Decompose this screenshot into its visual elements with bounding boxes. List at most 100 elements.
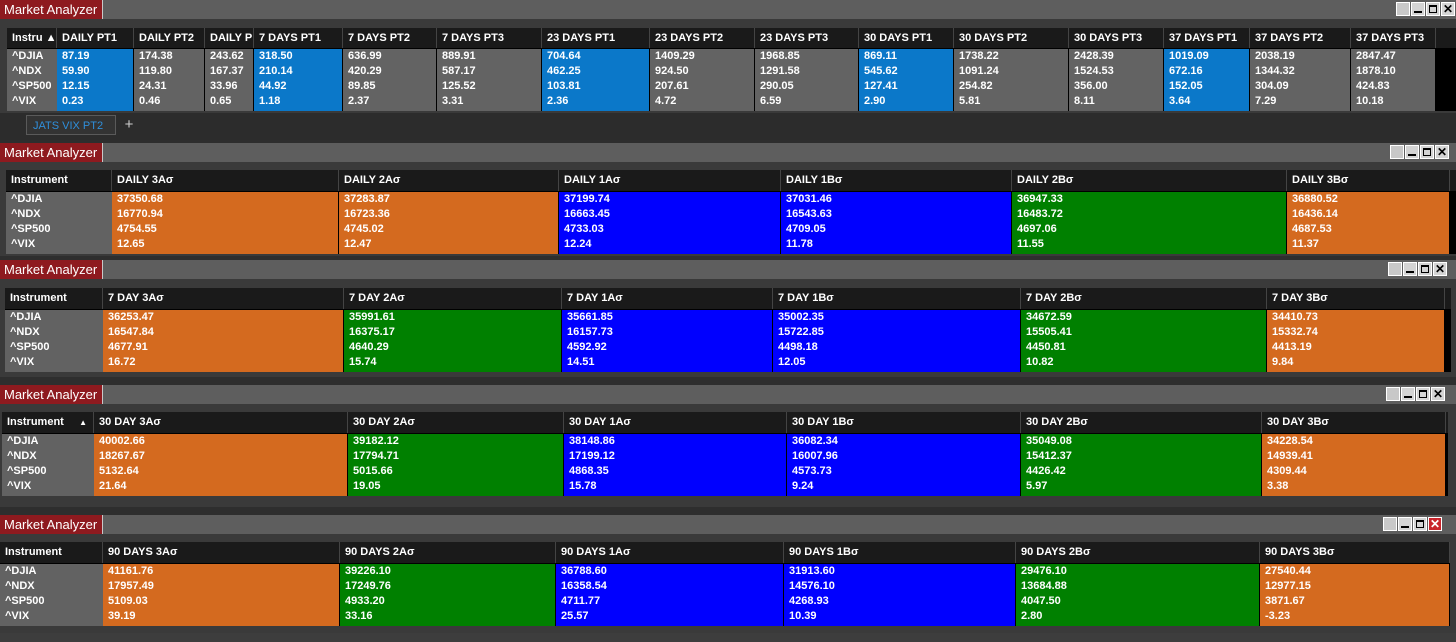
value-cell[interactable]: 356.00 [1069, 79, 1163, 94]
value-cell[interactable]: 44.92 [254, 79, 342, 94]
close-icon[interactable]: ✕ [1441, 2, 1455, 16]
value-cell[interactable]: 12977.15 [1260, 579, 1449, 594]
value-cell[interactable]: 12.05 [773, 355, 1020, 370]
value-cell[interactable]: 8.11 [1069, 94, 1163, 109]
minimize-icon[interactable] [1398, 517, 1412, 531]
window-titlebar[interactable]: Market Analyzer ✕ [0, 385, 1456, 404]
value-cell[interactable]: 16723.36 [339, 207, 558, 222]
column-header[interactable]: 30 DAY 1Bσ [787, 412, 1021, 433]
instrument-name[interactable]: ^VIX [0, 609, 103, 624]
value-cell[interactable]: 11.78 [781, 237, 1011, 252]
value-cell[interactable]: 17249.76 [340, 579, 555, 594]
column-header[interactable]: 30 DAYS PT3 [1069, 28, 1164, 48]
value-cell[interactable]: 16375.17 [344, 325, 561, 340]
value-cell[interactable]: 4868.35 [564, 464, 786, 479]
value-cell[interactable]: 31913.60 [784, 564, 1015, 579]
value-cell[interactable]: 37199.74 [559, 192, 780, 207]
value-cell[interactable]: 0.23 [57, 94, 133, 109]
column-header[interactable]: 90 DAYS 3Bσ [1260, 542, 1450, 563]
value-cell[interactable]: 34672.59 [1021, 310, 1266, 325]
value-cell[interactable]: 27540.44 [1260, 564, 1449, 579]
instrument-column-header[interactable]: Instrument [5, 288, 103, 309]
column-header[interactable]: DAILY P [205, 28, 254, 48]
value-cell[interactable]: 16770.94 [112, 207, 338, 222]
value-cell[interactable]: 420.29 [343, 64, 436, 79]
value-cell[interactable]: 4592.92 [562, 340, 772, 355]
value-cell[interactable]: 1019.09 [1164, 49, 1249, 64]
minimize-icon[interactable] [1403, 262, 1417, 276]
column-header[interactable]: 30 DAY 1Aσ [564, 412, 787, 433]
value-cell[interactable]: 4733.03 [559, 222, 780, 237]
column-header[interactable]: 7 DAY 1Bσ [773, 288, 1021, 309]
value-cell[interactable]: 39182.12 [348, 434, 563, 449]
value-cell[interactable]: 3871.67 [1260, 594, 1449, 609]
value-cell[interactable]: 7.29 [1250, 94, 1350, 109]
instrument-name[interactable]: ^DJIA [6, 192, 112, 207]
column-header[interactable]: DAILY 2Bσ [1012, 170, 1287, 191]
value-cell[interactable]: 4426.42 [1021, 464, 1261, 479]
instrument-column-header[interactable]: Instru ▲ [7, 28, 57, 48]
column-header[interactable]: 30 DAYS PT2 [954, 28, 1069, 48]
close-icon[interactable]: ✕ [1428, 517, 1442, 531]
value-cell[interactable]: 1291.58 [755, 64, 858, 79]
value-cell[interactable]: 1091.24 [954, 64, 1068, 79]
instrument-name[interactable]: ^NDX [0, 579, 103, 594]
value-cell[interactable]: 16483.72 [1012, 207, 1286, 222]
value-cell[interactable]: 15.78 [564, 479, 786, 494]
value-cell[interactable]: 290.05 [755, 79, 858, 94]
column-header[interactable]: 37 DAYS PT1 [1164, 28, 1250, 48]
value-cell[interactable]: 17199.12 [564, 449, 786, 464]
instrument-name[interactable]: ^NDX [6, 207, 112, 222]
value-cell[interactable]: 16663.45 [559, 207, 780, 222]
value-cell[interactable]: 210.14 [254, 64, 342, 79]
column-header[interactable]: 90 DAYS 1Bσ [784, 542, 1016, 563]
value-cell[interactable]: 89.85 [343, 79, 436, 94]
value-cell[interactable]: 1878.10 [1351, 64, 1435, 79]
close-icon[interactable]: ✕ [1433, 262, 1447, 276]
value-cell[interactable]: 33.16 [340, 609, 555, 624]
instrument-name[interactable]: ^DJIA [7, 49, 57, 64]
value-cell[interactable]: 25.57 [556, 609, 783, 624]
instrument-name[interactable]: ^NDX [7, 64, 57, 79]
value-cell[interactable]: 4640.29 [344, 340, 561, 355]
value-cell[interactable]: 4933.20 [340, 594, 555, 609]
value-cell[interactable]: 12.65 [112, 237, 338, 252]
column-header[interactable]: DAILY 2Aσ [339, 170, 559, 191]
value-cell[interactable]: 35661.85 [562, 310, 772, 325]
value-cell[interactable]: 15505.41 [1021, 325, 1266, 340]
value-cell[interactable]: 1344.32 [1250, 64, 1350, 79]
value-cell[interactable]: 17794.71 [348, 449, 563, 464]
value-cell[interactable]: 636.99 [343, 49, 436, 64]
minimize-icon[interactable] [1401, 387, 1415, 401]
window-titlebar[interactable]: Market Analyzer ✕ [0, 515, 1456, 534]
value-cell[interactable]: 35991.61 [344, 310, 561, 325]
value-cell[interactable]: 587.17 [437, 64, 541, 79]
value-cell[interactable]: 37283.87 [339, 192, 558, 207]
column-header[interactable]: 7 DAY 3Aσ [103, 288, 344, 309]
value-cell[interactable]: 318.50 [254, 49, 342, 64]
column-header[interactable]: 90 DAYS 3Aσ [103, 542, 340, 563]
value-cell[interactable]: 924.50 [650, 64, 754, 79]
value-cell[interactable]: 9.84 [1267, 355, 1444, 370]
column-header[interactable]: DAILY 1Aσ [559, 170, 781, 191]
value-cell[interactable]: 119.80 [134, 64, 204, 79]
value-cell[interactable]: 2428.39 [1069, 49, 1163, 64]
value-cell[interactable]: 11.55 [1012, 237, 1286, 252]
value-cell[interactable]: 38148.86 [564, 434, 786, 449]
value-cell[interactable]: 10.18 [1351, 94, 1435, 109]
value-cell[interactable]: 11.37 [1287, 237, 1449, 252]
value-cell[interactable]: 2.80 [1016, 609, 1259, 624]
panel-icon[interactable] [1390, 145, 1404, 159]
value-cell[interactable]: 4677.91 [103, 340, 343, 355]
value-cell[interactable]: 15.74 [344, 355, 561, 370]
value-cell[interactable]: 14939.41 [1262, 449, 1445, 464]
value-cell[interactable]: 174.38 [134, 49, 204, 64]
value-cell[interactable]: 14576.10 [784, 579, 1015, 594]
value-cell[interactable]: 36880.52 [1287, 192, 1449, 207]
value-cell[interactable]: 243.62 [205, 49, 253, 64]
value-cell[interactable]: 4047.50 [1016, 594, 1259, 609]
column-header[interactable]: 30 DAY 2Bσ [1021, 412, 1262, 433]
tab-jats-vix-pt2[interactable]: JATS VIX PT2 [26, 115, 116, 135]
instrument-name[interactable]: ^DJIA [0, 564, 103, 579]
value-cell[interactable]: 10.82 [1021, 355, 1266, 370]
